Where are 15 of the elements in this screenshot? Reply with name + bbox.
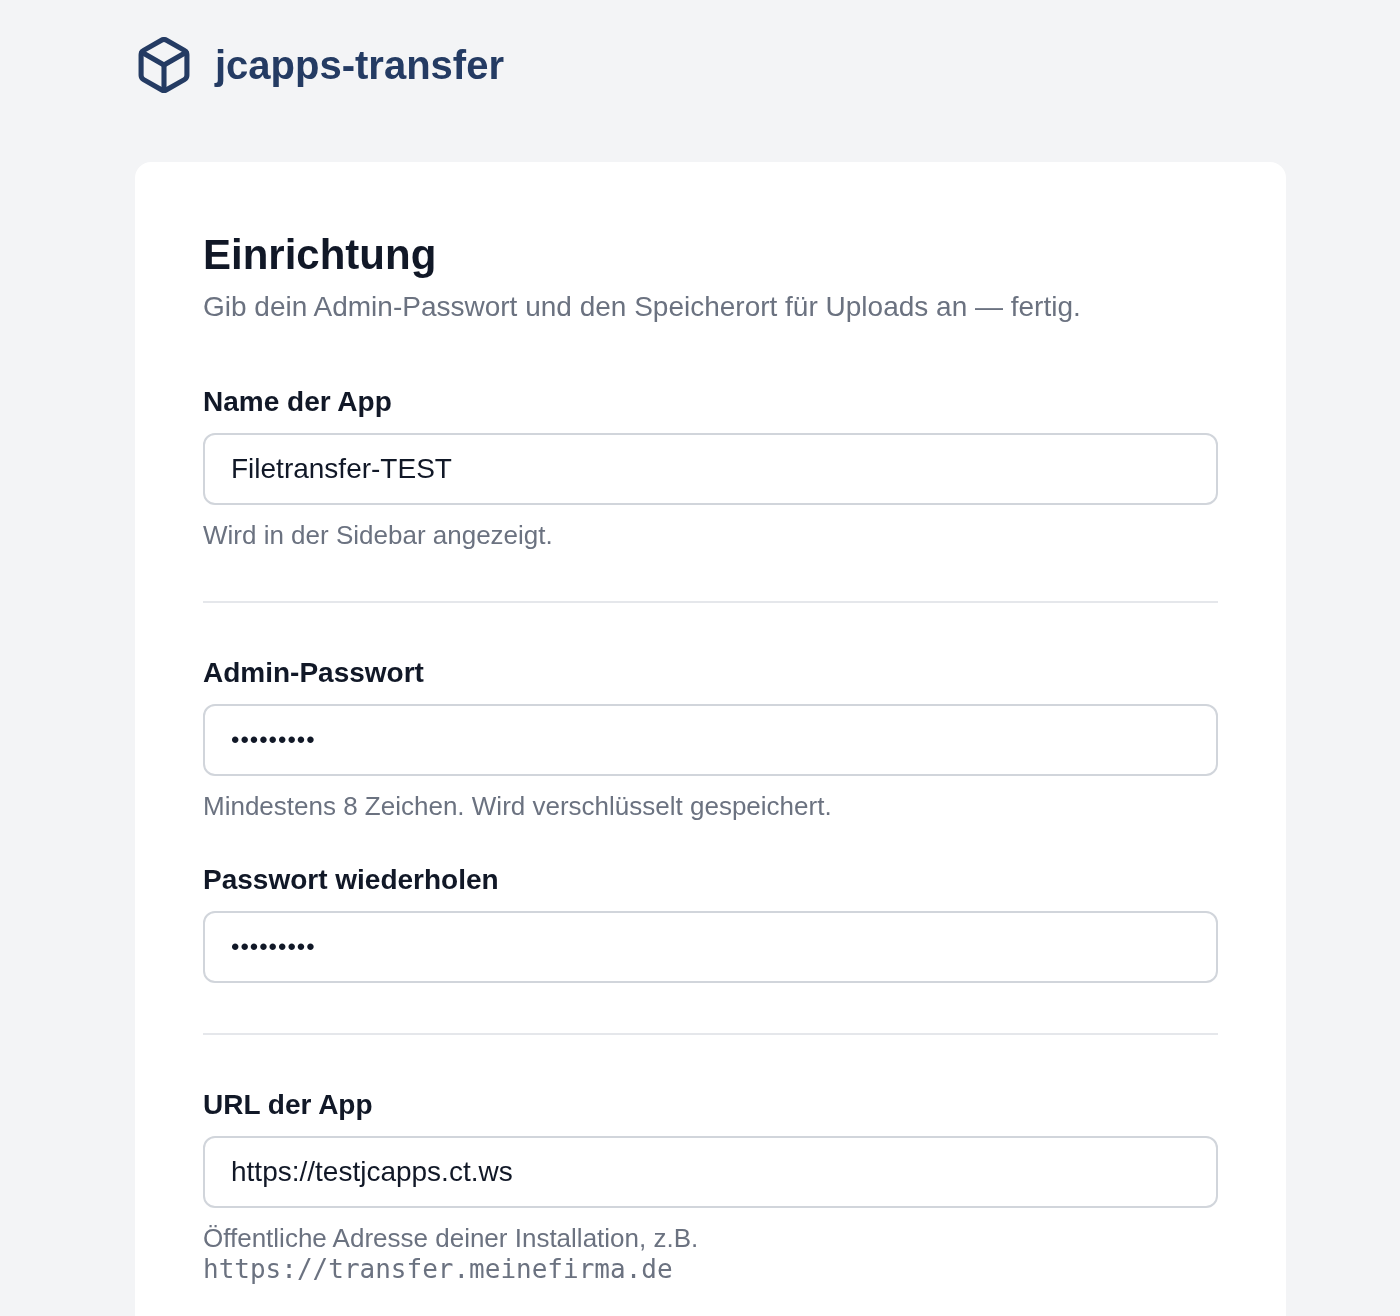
help-text: Mindestens 8 Zeichen. Wird verschlüsselt gespeichert. xyxy=(203,790,832,822)
help-text: Wird in der Sidebar angezeigt. xyxy=(203,519,553,551)
help-text: Öffentliche Adresse deiner Installation, z.B. https://transfer.meinefirma.de xyxy=(203,1222,699,1284)
field-label: URL der App xyxy=(203,1088,373,1122)
text-field[interactable]: Filetransfer-TEST xyxy=(203,433,1218,505)
field-label: Passwort wiederholen xyxy=(203,863,499,897)
page-subtitle: Gib dein Admin-Passwort und den Speicherort für Uploads an — fertig. xyxy=(203,290,1082,324)
field-label: Admin-Passwort xyxy=(203,656,424,690)
url-field[interactable]: https://testjcapps.ct.ws xyxy=(203,1136,1218,1208)
field-label: Name der App xyxy=(203,385,392,419)
cube-icon xyxy=(138,37,190,93)
page-title: Einrichtung xyxy=(203,230,438,280)
password-field[interactable]: ••••••••• xyxy=(203,704,1218,776)
app-logo-text: jcapps-transfer xyxy=(215,42,504,89)
password-field[interactable]: ••••••••• xyxy=(203,911,1218,983)
